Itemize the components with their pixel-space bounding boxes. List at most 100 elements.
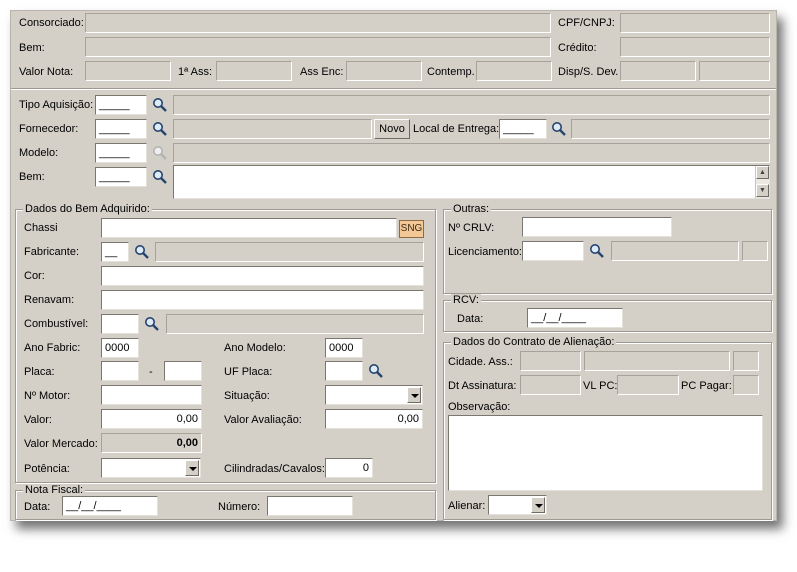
dt-assinatura-label: Dt Assinatura:: [448, 380, 517, 392]
fornecedor-label: Fornecedor:: [19, 123, 79, 135]
ass-enc-label: Ass Enc:: [300, 66, 344, 78]
cpf-field[interactable]: [620, 13, 770, 33]
credito-field[interactable]: [620, 37, 770, 57]
chevron-down-icon[interactable]: [407, 387, 421, 403]
crlv-input[interactable]: [522, 217, 672, 237]
placa-dash: -: [149, 366, 153, 378]
observacao-textarea[interactable]: [448, 415, 763, 491]
motor-input[interactable]: [101, 385, 202, 405]
search-icon[interactable]: [589, 243, 605, 259]
cidade-extra: [733, 351, 759, 371]
combustivel-desc: [166, 314, 424, 334]
novo-button[interactable]: Novo: [374, 119, 410, 139]
cidade-field: [520, 351, 581, 371]
search-icon[interactable]: [152, 121, 168, 137]
licenciamento-extra: [742, 241, 768, 261]
bem-field[interactable]: [85, 37, 551, 57]
nota-data-label: Data:: [24, 501, 51, 513]
fabricante-desc: [155, 242, 424, 262]
tipo-aquisicao-input[interactable]: _____: [95, 95, 147, 115]
search-icon[interactable]: [134, 244, 150, 260]
ass-enc-field[interactable]: [346, 61, 422, 81]
nota-data-input[interactable]: __/__/____: [62, 496, 158, 516]
placa-letters-input[interactable]: [101, 361, 139, 381]
search-icon[interactable]: [368, 363, 384, 379]
fornecedor-input[interactable]: _____: [95, 119, 147, 139]
ass1-label: 1ª Ass:: [178, 66, 213, 78]
dados-bem-title: Dados do Bem Adquirido:: [23, 203, 152, 215]
bem-description-textarea[interactable]: [173, 165, 770, 199]
ano-modelo-label: Ano Modelo:: [224, 342, 286, 354]
search-icon[interactable]: [152, 169, 168, 185]
valor-mercado-label: Valor Mercado:: [24, 438, 98, 450]
local-entrega-input[interactable]: _____: [499, 119, 547, 139]
ano-modelo-input[interactable]: 0000: [325, 338, 363, 358]
bem-label: Bem:: [19, 42, 45, 54]
combustivel-input[interactable]: [101, 314, 139, 334]
dt-assinatura-field: [520, 375, 581, 395]
uf-placa-input[interactable]: [325, 361, 363, 381]
fabricante-input[interactable]: __: [101, 242, 129, 262]
valor-nota-field[interactable]: [85, 61, 171, 81]
disp-field[interactable]: [620, 61, 696, 81]
cilindradas-input[interactable]: 0: [325, 458, 373, 478]
disp-field-2[interactable]: [699, 61, 770, 81]
search-icon[interactable]: [551, 121, 567, 137]
header-separator: [11, 88, 776, 90]
chassi-input[interactable]: [101, 218, 397, 238]
renavam-input[interactable]: [101, 290, 424, 310]
search-icon[interactable]: [144, 316, 160, 332]
chevron-down-icon[interactable]: [531, 497, 545, 513]
chevron-down-icon[interactable]: [185, 460, 199, 476]
alienar-select[interactable]: [488, 495, 547, 515]
valor-input[interactable]: 0,00: [101, 409, 202, 429]
modelo-input[interactable]: _____: [95, 143, 147, 163]
search-icon[interactable]: [152, 97, 168, 113]
disp-label: Disp/S. Dev.: [558, 66, 619, 78]
placa-label: Placa:: [24, 366, 55, 378]
cor-input[interactable]: [101, 266, 424, 286]
search-icon-disabled: [153, 146, 167, 160]
potencia-select[interactable]: [101, 458, 201, 478]
renavam-label: Renavam:: [24, 294, 75, 306]
consorciado-field[interactable]: [85, 13, 551, 33]
ano-fabric-input[interactable]: 0000: [101, 338, 139, 358]
nota-fiscal-title: Nota Fiscal:: [23, 484, 86, 496]
rcv-data-input[interactable]: __/__/____: [527, 308, 623, 328]
bem-acq-label: Bem:: [19, 171, 45, 183]
licenciamento-input[interactable]: [522, 241, 584, 261]
situacao-label: Situação:: [224, 390, 270, 402]
valor-nota-label: Valor Nota:: [19, 66, 74, 78]
cidade-label: Cidade. Ass.:: [448, 356, 513, 368]
placa-numbers-input[interactable]: [164, 361, 202, 381]
tipo-aquisicao-desc: [173, 95, 770, 115]
credito-label: Crédito:: [558, 42, 597, 54]
crlv-label: Nº CRLV:: [448, 222, 495, 234]
chassi-label: Chassi: [24, 222, 58, 234]
pc-pagar-field: [733, 375, 759, 395]
licenciamento-label: Licenciamento:: [448, 246, 522, 258]
rcv-title: RCV:: [451, 294, 481, 306]
contemp-field[interactable]: [476, 61, 552, 81]
sng-button[interactable]: SNG: [399, 220, 424, 238]
scroll-up-icon[interactable]: ▲: [756, 166, 769, 179]
rcv-data-label: Data:: [457, 313, 484, 325]
licenciamento-desc: [611, 241, 739, 261]
bem-textarea-scrollbar[interactable]: ▲ ▼: [755, 166, 769, 198]
bem-acq-input[interactable]: _____: [95, 167, 147, 187]
scroll-down-icon[interactable]: ▼: [756, 184, 769, 197]
contemp-label: Contemp.: [427, 66, 475, 78]
valor-avaliacao-input[interactable]: 0,00: [325, 409, 423, 429]
contract-form-window: Consorciado: CPF/CNPJ: Bem: Crédito: Val…: [10, 10, 777, 521]
ass1-field[interactable]: [216, 61, 292, 81]
fornecedor-desc: [173, 119, 372, 139]
ano-fabric-label: Ano Fabric:: [24, 342, 81, 354]
numero-input[interactable]: [267, 496, 353, 516]
cidade-desc: [584, 351, 730, 371]
tipo-aquisicao-label: Tipo Aquisição:: [19, 99, 94, 111]
cor-label: Cor:: [24, 270, 45, 282]
situacao-select[interactable]: [325, 385, 423, 405]
fabricante-label: Fabricante:: [24, 246, 80, 258]
cilindradas-label: Cilindradas/Cavalos:: [224, 463, 325, 475]
valor-avaliacao-label: Valor Avaliação:: [224, 414, 302, 426]
